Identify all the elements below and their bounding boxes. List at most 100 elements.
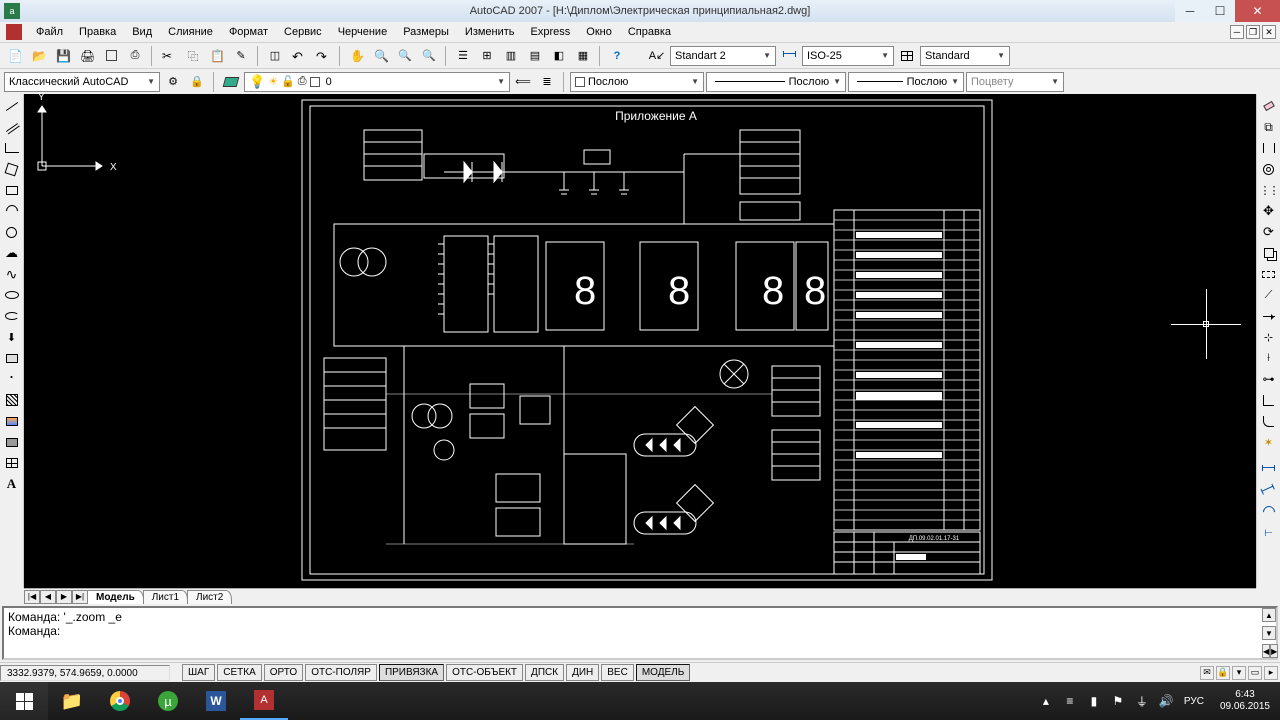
new-button[interactable]	[4, 45, 26, 67]
menu-window[interactable]: Окно	[578, 24, 620, 40]
ellipse-arc-button[interactable]	[2, 306, 22, 326]
doc-close-button[interactable]: ✕	[1262, 25, 1276, 39]
lock-status-icon[interactable]: 🔒	[1216, 666, 1230, 680]
zoom-previous-button[interactable]: 🔍	[418, 45, 440, 67]
tab-last-button[interactable]: ▶|	[72, 590, 88, 604]
tray-settings-icon[interactable]: ▸	[1264, 666, 1278, 680]
annotation-scale-icon[interactable]: ▾	[1232, 666, 1246, 680]
make-block-button[interactable]	[2, 348, 22, 368]
menu-tools[interactable]: Сервис	[276, 24, 330, 40]
circle-button[interactable]	[2, 222, 22, 242]
maximize-button[interactable]: ☐	[1205, 0, 1235, 22]
undo-button[interactable]	[288, 45, 310, 67]
construction-line-button[interactable]	[2, 117, 22, 137]
coordinates-display[interactable]: 3332.9379, 574.9659, 0.0000	[0, 665, 170, 681]
rectangle-button[interactable]	[2, 180, 22, 200]
drawing-area[interactable]: Приложение А	[24, 94, 1256, 588]
minimize-button[interactable]: ─	[1175, 0, 1205, 22]
paste-button[interactable]	[206, 45, 228, 67]
tray-bluetooth-icon[interactable]: ≡	[1061, 692, 1079, 710]
tray-network-icon[interactable]: ⏚	[1133, 692, 1151, 710]
plot-preview-button[interactable]	[100, 45, 122, 67]
tray-clock[interactable]: 6:43 09.06.2015	[1210, 689, 1280, 713]
doc-minimize-button[interactable]: ─	[1230, 25, 1244, 39]
menu-view[interactable]: Вид	[124, 24, 160, 40]
menu-insert[interactable]: Слияние	[160, 24, 221, 40]
menu-express[interactable]: Express	[523, 24, 579, 40]
tray-language[interactable]: РУС	[1181, 692, 1207, 710]
hatch-button[interactable]	[2, 390, 22, 410]
menu-edit[interactable]: Правка	[71, 24, 124, 40]
cmd-scroll-down[interactable]: ▼	[1262, 626, 1276, 640]
sheet-set-button[interactable]: ▤	[524, 45, 546, 67]
lwt-toggle[interactable]: ВЕС	[601, 664, 634, 681]
tray-expand-icon[interactable]: ▴	[1037, 692, 1055, 710]
ellipse-button[interactable]	[2, 285, 22, 305]
polygon-button[interactable]	[2, 159, 22, 179]
region-button[interactable]	[2, 432, 22, 452]
cmd-scroll-right[interactable]: ▶	[1270, 644, 1278, 658]
tray-flag-icon[interactable]: ⚑	[1109, 692, 1127, 710]
publish-button[interactable]: ⎙	[124, 45, 146, 67]
tab-prev-button[interactable]: ◀	[40, 590, 56, 604]
menu-file[interactable]: Файл	[28, 24, 71, 40]
tablestyle-icon[interactable]	[896, 45, 918, 67]
tab-model[interactable]: Модель	[87, 590, 144, 604]
start-button[interactable]	[0, 682, 48, 720]
calc-button[interactable]: ▦	[572, 45, 594, 67]
text-style-dropdown[interactable]: Standart 2▼	[670, 46, 776, 66]
menu-help[interactable]: Справка	[620, 24, 679, 40]
point-button[interactable]	[2, 369, 22, 389]
close-button[interactable]: ✕	[1235, 0, 1280, 22]
grid-toggle[interactable]: СЕТКА	[217, 664, 262, 681]
plot-button[interactable]	[76, 45, 98, 67]
otrack-toggle[interactable]: ОТС-ОБЪЕКТ	[446, 664, 523, 681]
taskbar-utorrent[interactable]: µ	[144, 682, 192, 720]
polyline-button[interactable]	[2, 138, 22, 158]
block-editor-button[interactable]: ◫	[264, 45, 286, 67]
dimstyle-icon[interactable]	[778, 45, 800, 67]
save-button[interactable]	[52, 45, 74, 67]
polar-toggle[interactable]: ОТС-ПОЛЯР	[305, 664, 377, 681]
design-center-button[interactable]: ⊞	[476, 45, 498, 67]
copy-button[interactable]: ⿻	[182, 45, 204, 67]
cut-button[interactable]	[158, 45, 180, 67]
properties-button[interactable]: ☰	[452, 45, 474, 67]
redo-button[interactable]	[312, 45, 334, 67]
osnap-toggle[interactable]: ПРИВЯЗКА	[379, 664, 444, 681]
markup-button[interactable]: ◧	[548, 45, 570, 67]
table-style-dropdown[interactable]: Standard▼	[920, 46, 1010, 66]
doc-restore-button[interactable]: ❐	[1246, 25, 1260, 39]
command-window[interactable]: Команда: '_.zoom _e Команда:	[2, 606, 1278, 660]
gradient-button[interactable]	[2, 411, 22, 431]
taskbar-autocad[interactable]: A	[240, 682, 288, 720]
zoom-realtime-button[interactable]	[370, 45, 392, 67]
ducs-toggle[interactable]: ДПСК	[525, 664, 564, 681]
taskbar-word[interactable]: W	[192, 682, 240, 720]
dyn-toggle[interactable]: ДИН	[566, 664, 599, 681]
tab-next-button[interactable]: ▶	[56, 590, 72, 604]
ortho-toggle[interactable]: ОРТО	[264, 664, 303, 681]
tool-palettes-button[interactable]: ▥	[500, 45, 522, 67]
spline-button[interactable]: ∿	[2, 264, 22, 284]
app-menu-icon[interactable]	[6, 24, 22, 40]
menu-modify[interactable]: Изменить	[457, 24, 523, 40]
menu-draw[interactable]: Черчение	[330, 24, 396, 40]
arc-button[interactable]	[2, 201, 22, 221]
tray-volume-icon[interactable]: 🔊	[1157, 692, 1175, 710]
pan-button[interactable]	[346, 45, 368, 67]
mtext-button[interactable]: A	[2, 474, 22, 494]
snap-toggle[interactable]: ШАГ	[182, 664, 215, 681]
textstyle-brush-icon[interactable]: A↙	[646, 45, 668, 67]
tray-battery-icon[interactable]: ▮	[1085, 692, 1103, 710]
help-button[interactable]: ?	[606, 45, 628, 67]
cmd-scroll-left[interactable]: ◀	[1262, 644, 1270, 658]
comm-center-icon[interactable]: ✉	[1200, 666, 1214, 680]
dim-style-dropdown[interactable]: ISO-25▼	[802, 46, 894, 66]
menu-format[interactable]: Формат	[221, 24, 276, 40]
table-button[interactable]	[2, 453, 22, 473]
match-props-button[interactable]: ✎	[230, 45, 252, 67]
tab-sheet1[interactable]: Лист1	[143, 590, 188, 604]
menu-dimension[interactable]: Размеры	[395, 24, 457, 40]
tab-sheet2[interactable]: Лист2	[187, 590, 232, 604]
